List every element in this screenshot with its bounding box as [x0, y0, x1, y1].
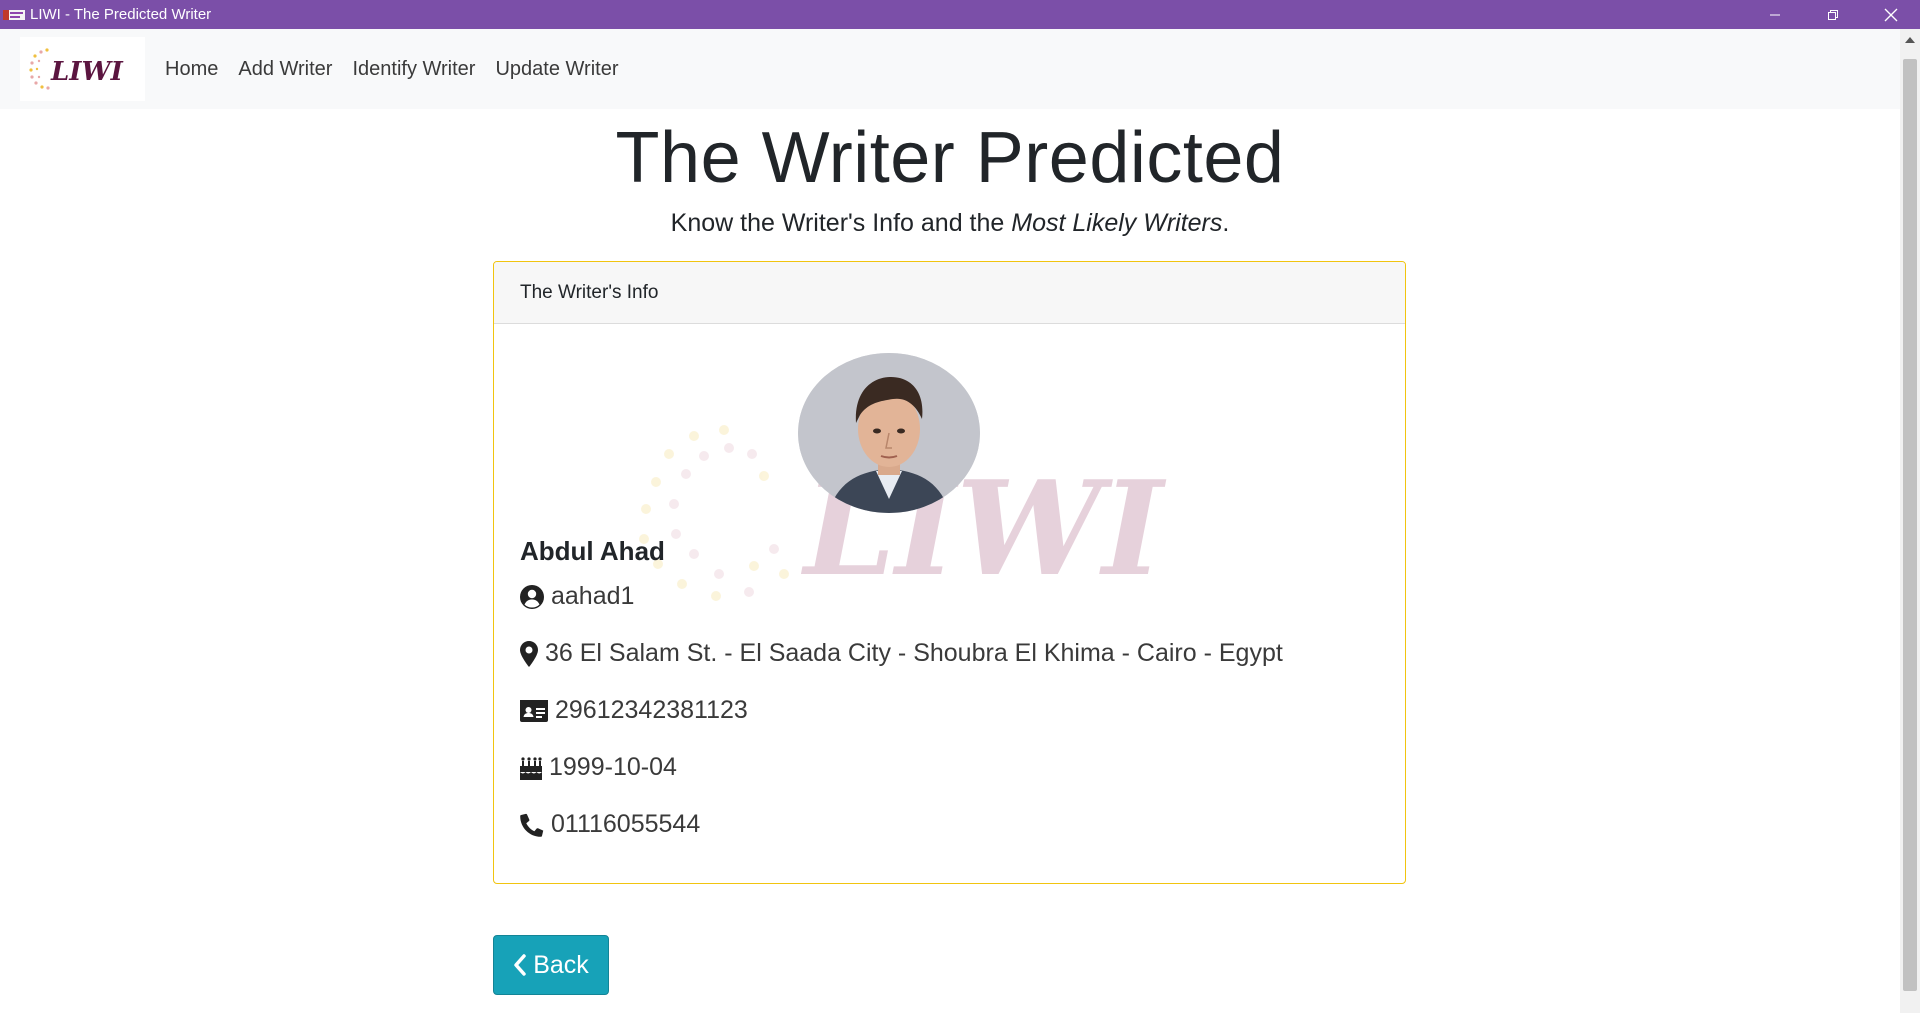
lead-suffix: .	[1222, 209, 1230, 237]
user-circle-icon	[520, 584, 544, 609]
vertical-scrollbar[interactable]	[1900, 29, 1920, 1013]
scroll-thumb[interactable]	[1903, 59, 1917, 991]
writer-username-row: aahad1	[520, 582, 634, 611]
writer-birthdate: 1999-10-04	[549, 753, 677, 781]
close-window-button[interactable]	[1862, 0, 1920, 29]
brand-logo[interactable]: LIWI	[20, 37, 145, 101]
writer-phone: 01116055544	[551, 810, 701, 838]
writer-info-card: The Writer's Info LIWI Abdul Ahad aahad1…	[493, 261, 1406, 884]
restore-button[interactable]	[1804, 0, 1862, 29]
id-card-icon	[520, 699, 548, 722]
close-icon	[1884, 8, 1898, 21]
page-title: The Writer Predicted	[615, 118, 1285, 198]
writer-username: aahad1	[551, 582, 635, 610]
back-button[interactable]: Back	[493, 935, 609, 995]
phone-icon	[520, 813, 544, 837]
card-header: The Writer's Info	[494, 262, 1405, 324]
writer-address: 36 El Salam St. - El Saada City - Shoubr…	[545, 639, 1283, 667]
minimize-button[interactable]	[1746, 0, 1804, 29]
scroll-up-arrow-icon[interactable]	[1900, 29, 1920, 51]
nav-links: Home Add Writer Identify Writer Update W…	[165, 58, 638, 81]
nav-link-update-writer[interactable]: Update Writer	[495, 58, 618, 81]
writer-birthdate-row: 1999-10-04	[520, 753, 677, 782]
writer-address-row: 36 El Salam St. - El Saada City - Shoubr…	[520, 639, 1283, 668]
map-marker-icon	[520, 640, 538, 667]
app-icon	[3, 8, 25, 22]
minimize-icon	[1770, 14, 1780, 15]
nav-link-add-writer[interactable]: Add Writer	[238, 58, 332, 81]
liwi-logo-icon: LIWI	[28, 48, 124, 90]
nav-link-identify-writer[interactable]: Identify Writer	[352, 58, 475, 81]
chevron-left-icon	[513, 954, 527, 976]
restore-icon	[1828, 9, 1838, 20]
writer-national-id: 29612342381123	[555, 696, 748, 724]
svg-text:LIWI: LIWI	[50, 57, 124, 87]
birthday-cake-icon	[520, 756, 542, 780]
writer-national-id-row: 29612342381123	[520, 696, 748, 725]
navbar: LIWI Home Add Writer Identify Writer Upd…	[0, 29, 1900, 109]
card-body: LIWI Abdul Ahad aahad1 36 El Salam St. -…	[494, 324, 1405, 883]
writer-name: Abdul Ahad	[520, 536, 665, 566]
writer-avatar	[798, 353, 980, 513]
window-title: LIWI - The Predicted Writer	[30, 6, 212, 23]
window-controls	[1746, 0, 1920, 29]
writer-phone-row: 01116055544	[520, 810, 700, 839]
nav-link-home[interactable]: Home	[165, 58, 218, 81]
main-content: The Writer Predicted Know the Writer's I…	[0, 109, 1900, 1013]
back-button-label: Back	[533, 950, 589, 979]
window-titlebar: LIWI - The Predicted Writer	[0, 0, 1920, 29]
lead-prefix: Know the Writer's Info and the	[670, 209, 1012, 237]
page-lead: Know the Writer's Info and the Most Like…	[0, 209, 1900, 238]
lead-emphasis: Most Likely Writers	[1011, 209, 1223, 237]
